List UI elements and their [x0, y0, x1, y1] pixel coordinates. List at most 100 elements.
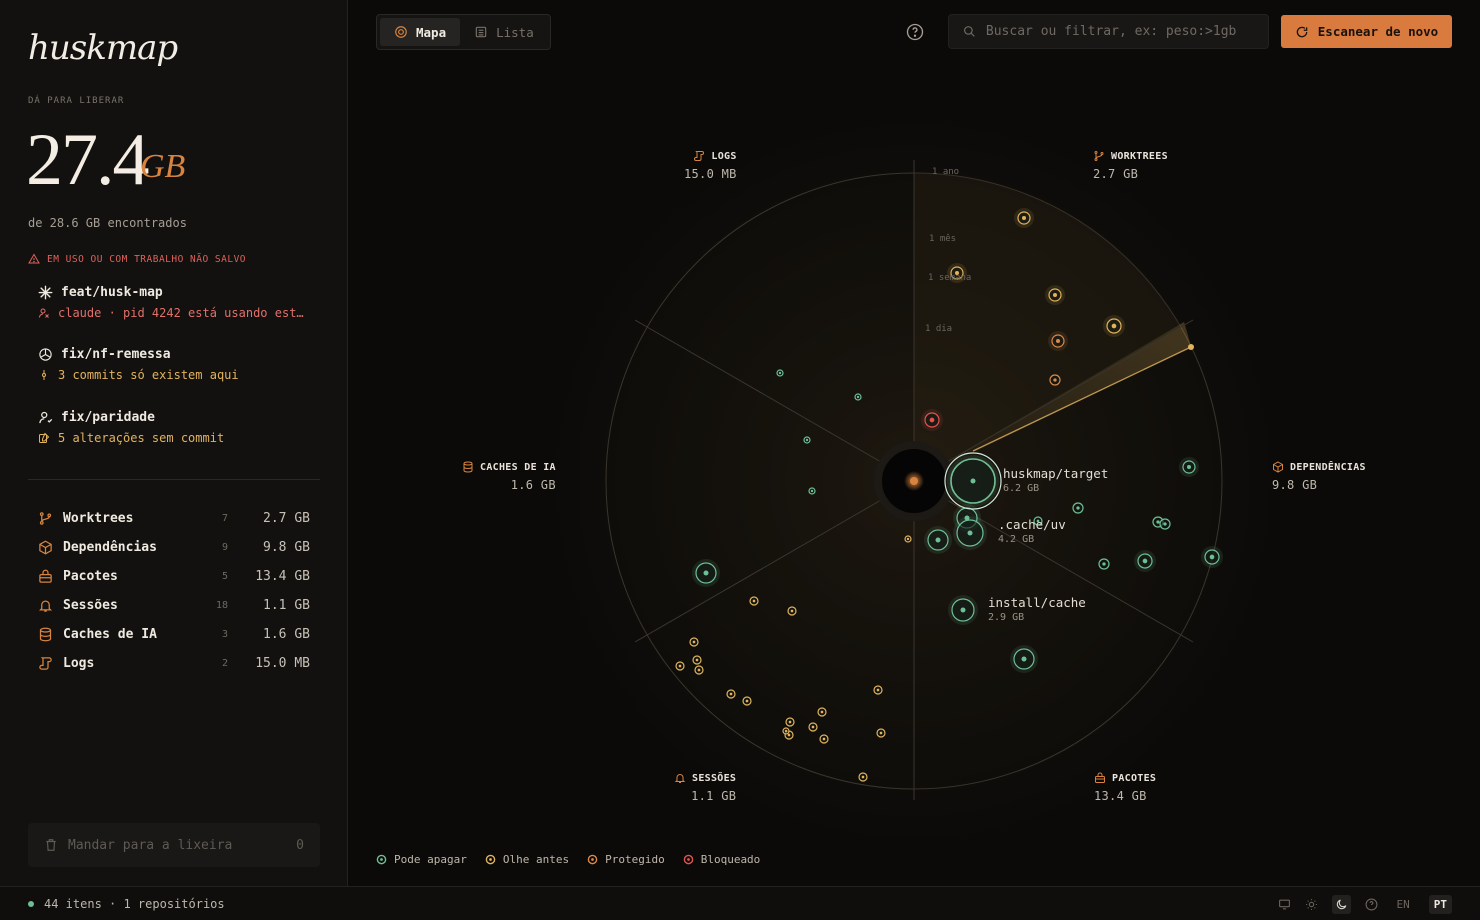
sector-pacotes[interactable]: PACOTES 13.4 GB	[1094, 772, 1156, 804]
package-icon	[1095, 772, 1105, 783]
category-pacotes[interactable]: Pacotes 5 13.4 GB	[38, 562, 310, 591]
node-session[interactable]	[873, 685, 883, 695]
node-session[interactable]	[876, 728, 886, 738]
user-icon	[39, 308, 49, 318]
node-session[interactable]	[819, 734, 829, 744]
node-cache[interactable]	[808, 487, 816, 495]
warning-detail: claude · pid 4242 está usando est…	[58, 306, 304, 320]
node-dependency[interactable]	[1134, 550, 1156, 572]
node-session-core	[820, 710, 824, 714]
node-worktree[interactable]	[1048, 331, 1068, 351]
node-dependency-core	[1187, 465, 1191, 469]
help-icon	[906, 23, 924, 41]
node-session[interactable]	[785, 717, 795, 727]
category-worktrees[interactable]: Worktrees 7 2.7 GB	[38, 504, 310, 533]
node-worktree-core	[1111, 323, 1117, 329]
node-dependency[interactable]	[1179, 457, 1199, 477]
node-dependency[interactable]	[1098, 558, 1110, 570]
sun-icon[interactable]	[1305, 898, 1318, 911]
bell-icon	[674, 774, 686, 783]
node-session-core	[752, 599, 756, 603]
node-package[interactable]	[1010, 645, 1038, 673]
node-session[interactable]	[675, 661, 685, 671]
dark-mode-toggle[interactable]	[1331, 894, 1351, 914]
node-blocked[interactable]	[921, 409, 943, 431]
node-dependency[interactable]	[924, 526, 952, 554]
node-session[interactable]	[904, 535, 912, 543]
help-icon[interactable]	[1365, 898, 1378, 911]
node-session[interactable]	[787, 606, 797, 616]
node-session[interactable]	[817, 707, 827, 717]
warning-item-nf-remessa[interactable]: fix/nf-remessa 3 commits só existem aqui	[38, 347, 239, 382]
database-icon	[39, 627, 52, 642]
warning-item-husk-map[interactable]: feat/husk-map claude · pid 4242 está usa…	[38, 285, 304, 320]
node-dependency[interactable]	[1072, 502, 1084, 514]
node-log[interactable]	[776, 369, 784, 377]
node-worktree[interactable]	[1045, 285, 1065, 305]
node-worktree[interactable]	[1014, 208, 1034, 228]
warning-item-paridade[interactable]: fix/paridade 5 alterações sem commit	[38, 410, 224, 445]
node-log[interactable]	[854, 393, 862, 401]
status-dot-icon	[683, 854, 694, 865]
node-session[interactable]	[858, 772, 868, 782]
node-session-core	[784, 729, 788, 733]
reclaimable-amount: 27.4	[26, 119, 149, 201]
warning-title: fix/nf-remessa	[61, 347, 171, 362]
node-session[interactable]	[692, 655, 702, 665]
map-legend: Pode apagar Olhe antes Protegido Bloquea…	[376, 853, 760, 866]
node-label-install-cache: install/cache 2.9 GB	[988, 595, 1086, 623]
node-session[interactable]	[726, 689, 736, 699]
node-dependency[interactable]	[953, 516, 987, 550]
status-indicator	[28, 900, 34, 907]
node-session[interactable]	[749, 596, 759, 606]
sector-dependencias[interactable]: DEPENDÊNCIAS 9.8 GB	[1272, 461, 1366, 492]
node-dependency[interactable]	[1201, 546, 1223, 568]
category-dependencias[interactable]: Dependências 9 9.8 GB	[38, 533, 310, 562]
node-dependency-core	[1102, 562, 1106, 566]
search-input[interactable]	[985, 24, 1254, 39]
node-worktree[interactable]	[1103, 315, 1125, 337]
category-sessoes[interactable]: Sessões 18 1.1 GB	[38, 591, 310, 620]
node-worktree[interactable]	[1049, 374, 1061, 386]
sweep-dot	[1188, 344, 1194, 350]
sector-worktrees[interactable]: WORKTREES 2.7 GB	[1093, 150, 1168, 182]
lang-en[interactable]: EN	[1392, 895, 1415, 914]
node-cache[interactable]	[692, 559, 720, 587]
send-to-trash-button[interactable]: Mandar para a lixeira 0	[28, 823, 320, 867]
sidebar-divider	[28, 479, 320, 480]
status-bar: 44 itens · 1 repositórios EN PT	[0, 886, 1480, 920]
node-cache-core	[703, 570, 709, 576]
category-logs[interactable]: Logs 2 15.0 MB	[38, 649, 310, 678]
node-blocked-core	[929, 417, 935, 423]
node-session[interactable]	[782, 727, 790, 735]
node-session-core	[790, 609, 794, 613]
warning-detail: 3 commits só existem aqui	[58, 368, 239, 382]
node-log-core	[805, 438, 809, 442]
sector-logs[interactable]: LOGS 15.0 MB	[684, 150, 737, 182]
tab-lista[interactable]: Lista	[460, 18, 548, 46]
node-session-core	[861, 775, 865, 779]
node-dependency-core	[935, 537, 941, 543]
category-caches-ia[interactable]: Caches de IA 3 1.6 GB	[38, 620, 310, 649]
node-install-cache-core	[960, 607, 966, 613]
node-install-cache[interactable]	[948, 595, 978, 625]
node-dependency[interactable]	[1159, 518, 1171, 530]
node-huskmap-target-core	[970, 478, 976, 484]
lang-pt[interactable]: PT	[1428, 894, 1452, 914]
sector-caches-ia[interactable]: CACHES DE IA 1.6 GB	[462, 461, 556, 492]
node-session-core	[692, 640, 696, 644]
node-session[interactable]	[808, 722, 818, 732]
node-log[interactable]	[803, 436, 811, 444]
tab-mapa[interactable]: Mapa	[380, 18, 461, 46]
node-huskmap-target[interactable]	[947, 455, 999, 507]
help-button[interactable]	[906, 23, 924, 45]
rescan-button[interactable]: Escanear de novo	[1281, 15, 1452, 48]
list-icon	[475, 26, 487, 38]
sector-sessoes[interactable]: SESSÕES 1.1 GB	[674, 772, 736, 803]
node-session[interactable]	[694, 665, 704, 675]
status-dot-icon	[376, 854, 387, 865]
node-session[interactable]	[742, 696, 752, 706]
monitor-icon[interactable]	[1278, 898, 1291, 911]
radar-icon	[395, 26, 407, 38]
node-session[interactable]	[689, 637, 699, 647]
